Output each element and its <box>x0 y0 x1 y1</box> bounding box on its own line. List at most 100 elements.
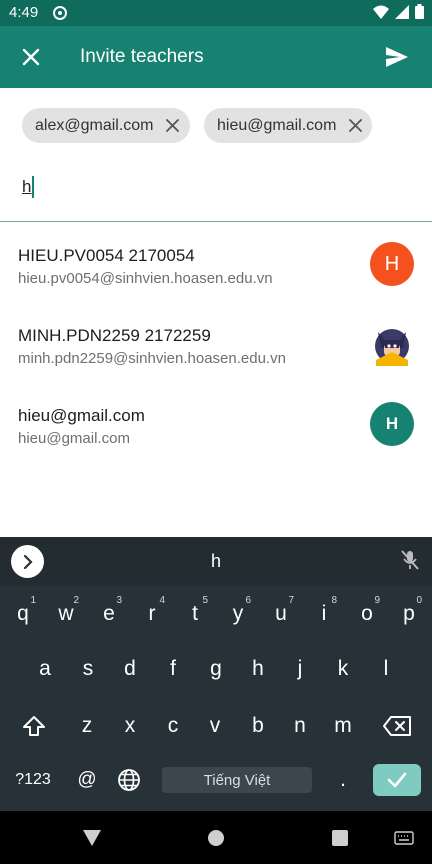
key-e[interactable]: e3 <box>88 592 130 636</box>
key-label: t <box>192 602 198 625</box>
key-g[interactable]: g <box>195 647 237 691</box>
search-input[interactable]: h <box>22 174 35 200</box>
key-y[interactable]: y6 <box>217 592 259 636</box>
key-label: e <box>103 602 115 625</box>
checkmark-icon <box>387 772 407 788</box>
key-hint: 8 <box>331 595 337 606</box>
close-icon <box>349 119 362 132</box>
key-b[interactable]: b <box>237 704 279 748</box>
suggestion-item[interactable]: MINH.PDN2259 2172259 minh.pdn2259@sinhvi… <box>0 318 432 396</box>
backspace-icon <box>383 716 411 736</box>
recents-button[interactable] <box>326 824 354 852</box>
send-icon <box>386 47 408 67</box>
home-circle-icon <box>208 830 224 846</box>
suggestion-item[interactable]: HIEU.PV0054 2170054 hieu.pv0054@sinhvien… <box>0 238 432 316</box>
chip-label: alex@gmail.com <box>35 116 154 134</box>
remove-chip-button[interactable] <box>346 117 364 135</box>
back-triangle-icon <box>83 830 101 846</box>
keyboard: h q1 w2 e3 r4 t5 y6 u7 i8 o9 p0 a s d f … <box>0 537 432 811</box>
key-hint: 5 <box>202 595 208 606</box>
suggestion-email: hieu@gmail.com <box>18 430 130 447</box>
key-p[interactable]: p0 <box>388 592 430 636</box>
key-k[interactable]: k <box>322 647 364 691</box>
keyboard-suggestion-bar: h <box>0 537 432 585</box>
key-hint: 4 <box>159 595 165 606</box>
system-nav-bar <box>0 811 432 864</box>
input-value: h <box>22 177 32 196</box>
key-label: u <box>275 602 287 625</box>
key-r[interactable]: r4 <box>131 592 173 636</box>
key-hint: 9 <box>374 595 380 606</box>
key-v[interactable]: v <box>194 704 236 748</box>
key-n[interactable]: n <box>279 704 321 748</box>
space-key[interactable]: Tiếng Việt <box>162 767 312 793</box>
send-button[interactable] <box>380 40 414 74</box>
page-title: Invite teachers <box>80 46 204 67</box>
key-h[interactable]: h <box>237 647 279 691</box>
close-icon <box>166 119 179 132</box>
backspace-key[interactable] <box>376 704 418 748</box>
remove-chip-button[interactable] <box>164 117 182 135</box>
wifi-icon <box>373 5 389 24</box>
recipient-chip[interactable]: hieu@gmail.com <box>204 108 373 143</box>
data-saver-icon <box>52 5 68 26</box>
language-key[interactable] <box>108 758 150 802</box>
key-x[interactable]: x <box>109 704 151 748</box>
app-bar: Invite teachers <box>0 26 432 88</box>
recipient-chip[interactable]: alex@gmail.com <box>22 108 190 143</box>
key-o[interactable]: o9 <box>346 592 388 636</box>
keyboard-suggestion[interactable]: h <box>0 551 432 572</box>
chip-label: hieu@gmail.com <box>217 116 337 134</box>
key-c[interactable]: c <box>152 704 194 748</box>
avatar: H <box>370 242 414 286</box>
key-hint: 3 <box>116 595 122 606</box>
at-key[interactable]: @ <box>66 758 108 802</box>
back-button[interactable] <box>78 824 106 852</box>
key-t[interactable]: t5 <box>174 592 216 636</box>
batman-avatar-icon <box>370 322 414 366</box>
key-i[interactable]: i8 <box>303 592 345 636</box>
key-z[interactable]: z <box>66 704 108 748</box>
keyboard-row-2: a s d f g h j k l <box>0 647 432 691</box>
text-caret <box>32 176 35 198</box>
globe-icon <box>118 769 140 791</box>
close-button[interactable] <box>14 40 48 74</box>
keyboard-row-1: q1 w2 e3 r4 t5 y6 u7 i8 o9 p0 <box>0 592 432 636</box>
key-label: r <box>148 602 156 625</box>
key-hint: 1 <box>30 595 36 606</box>
keyboard-row-3: z x c v b n m <box>0 704 432 748</box>
recents-square-icon <box>332 830 348 846</box>
period-key[interactable]: . <box>322 758 364 802</box>
key-label: w <box>58 602 74 625</box>
suggestion-item[interactable]: hieu@gmail.com hieu@gmail.com H <box>0 398 432 476</box>
key-d[interactable]: d <box>109 647 151 691</box>
input-divider <box>0 221 432 222</box>
keyboard-icon <box>394 831 414 845</box>
key-hint: 0 <box>416 595 422 606</box>
keyboard-switch-button[interactable] <box>390 824 418 852</box>
key-f[interactable]: f <box>152 647 194 691</box>
key-j[interactable]: j <box>279 647 321 691</box>
key-a[interactable]: a <box>24 647 66 691</box>
key-q[interactable]: q1 <box>2 592 44 636</box>
suggestion-name: hieu@gmail.com <box>18 406 145 425</box>
key-hint: 2 <box>73 595 79 606</box>
key-l[interactable]: l <box>365 647 407 691</box>
key-m[interactable]: m <box>322 704 364 748</box>
symbols-key[interactable]: ?123 <box>12 758 54 802</box>
mic-off-icon[interactable] <box>400 549 420 576</box>
key-label: y <box>232 602 244 625</box>
status-time: 4:49 <box>9 4 39 21</box>
status-bar: 4:49 <box>0 0 432 26</box>
shift-key[interactable] <box>13 704 55 748</box>
suggestion-email: minh.pdn2259@sinhvien.hoasen.edu.vn <box>18 350 286 367</box>
key-hint: 7 <box>288 595 294 606</box>
key-s[interactable]: s <box>67 647 109 691</box>
suggestion-email: hieu.pv0054@sinhvien.hoasen.edu.vn <box>18 270 273 287</box>
key-w[interactable]: w2 <box>45 592 87 636</box>
key-u[interactable]: u7 <box>260 592 302 636</box>
home-button[interactable] <box>202 824 230 852</box>
key-label: q <box>17 602 29 625</box>
key-hint: 6 <box>245 595 251 606</box>
enter-key[interactable] <box>373 764 421 796</box>
